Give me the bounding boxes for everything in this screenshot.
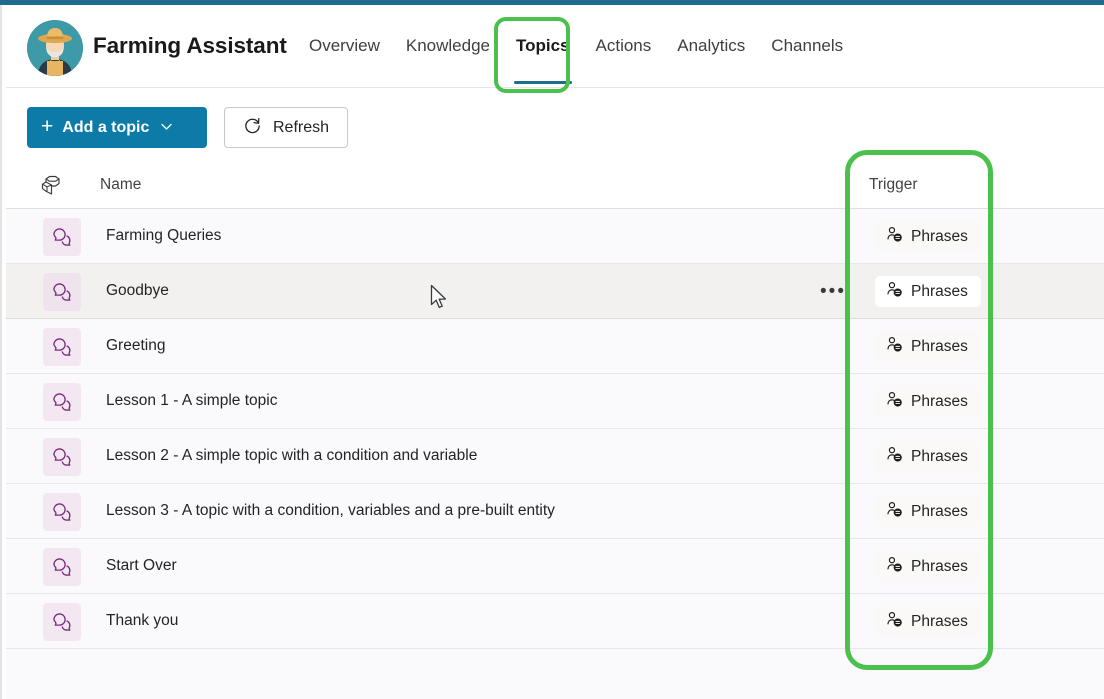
phrases-icon bbox=[886, 226, 903, 248]
trigger-phrases-pill[interactable]: Phrases bbox=[875, 441, 981, 472]
trigger-label: Phrases bbox=[911, 558, 968, 576]
topic-name: Lesson 1 - A simple topic bbox=[106, 392, 277, 410]
topics-table: Name Trigger Farming Queries Phrases Goo… bbox=[6, 162, 1104, 699]
refresh-button[interactable]: Refresh bbox=[224, 107, 348, 148]
nav-tab-knowledge[interactable]: Knowledge bbox=[393, 34, 503, 58]
command-bar: + Add a topic Refresh bbox=[6, 89, 1104, 159]
trigger-phrases-pill[interactable]: Phrases bbox=[875, 551, 981, 582]
add-topic-button[interactable]: + Add a topic bbox=[27, 107, 207, 148]
topic-name: Lesson 2 - A simple topic with a conditi… bbox=[106, 447, 477, 465]
nav-tab-channels[interactable]: Channels bbox=[758, 34, 856, 58]
add-topic-label: Add a topic bbox=[62, 119, 149, 137]
refresh-label: Refresh bbox=[273, 119, 329, 137]
table-row[interactable]: Start Over Phrases bbox=[6, 539, 1104, 594]
trigger-label: Phrases bbox=[911, 338, 968, 356]
table-header-row: Name Trigger bbox=[6, 162, 1104, 209]
topic-name: Greeting bbox=[106, 337, 165, 355]
column-header-name[interactable]: Name bbox=[100, 176, 141, 194]
trigger-phrases-pill[interactable]: Phrases bbox=[875, 331, 981, 362]
trigger-phrases-pill[interactable]: Phrases bbox=[875, 386, 981, 417]
table-row[interactable]: Thank you Phrases bbox=[6, 594, 1104, 649]
topic-chat-icon bbox=[43, 548, 81, 586]
app-header: Farming Assistant Overview Knowledge Top… bbox=[6, 5, 1104, 88]
phrases-icon bbox=[886, 391, 903, 413]
column-header-trigger[interactable]: Trigger bbox=[869, 176, 918, 194]
plus-icon: + bbox=[41, 116, 53, 137]
phrases-icon bbox=[886, 336, 903, 358]
page-title: Farming Assistant bbox=[93, 33, 287, 59]
nav-tab-actions[interactable]: Actions bbox=[583, 34, 665, 58]
nav-tab-overview[interactable]: Overview bbox=[303, 34, 393, 58]
trigger-phrases-pill[interactable]: Phrases bbox=[875, 276, 981, 307]
trigger-label: Phrases bbox=[911, 283, 968, 301]
refresh-icon bbox=[243, 116, 262, 140]
nav-tab-topics[interactable]: Topics bbox=[503, 34, 583, 58]
table-row[interactable]: Lesson 2 - A simple topic with a conditi… bbox=[6, 429, 1104, 484]
table-row[interactable]: Greeting Phrases bbox=[6, 319, 1104, 374]
main-nav: Overview Knowledge Topics Actions Analyt… bbox=[303, 34, 856, 58]
trigger-label: Phrases bbox=[911, 228, 968, 246]
nav-tab-analytics[interactable]: Analytics bbox=[664, 34, 758, 58]
phrases-icon bbox=[886, 501, 903, 523]
topic-name: Thank you bbox=[106, 612, 178, 630]
topic-chat-icon bbox=[43, 328, 81, 366]
topic-name: Lesson 3 - A topic with a condition, var… bbox=[106, 502, 555, 520]
app-window: Farming Assistant Overview Knowledge Top… bbox=[0, 0, 1104, 699]
phrases-icon bbox=[886, 556, 903, 578]
topic-chat-icon bbox=[43, 438, 81, 476]
topic-name: Start Over bbox=[106, 557, 177, 575]
topic-chat-icon bbox=[43, 603, 81, 641]
topic-name: Farming Queries bbox=[106, 227, 221, 245]
table-row[interactable]: Lesson 1 - A simple topic Phrases bbox=[6, 374, 1104, 429]
table-row[interactable]: Lesson 3 - A topic with a condition, var… bbox=[6, 484, 1104, 539]
trigger-label: Phrases bbox=[911, 613, 968, 631]
table-row[interactable]: Farming Queries Phrases bbox=[6, 209, 1104, 264]
topic-chat-icon bbox=[43, 218, 81, 256]
trigger-phrases-pill[interactable]: Phrases bbox=[875, 221, 981, 252]
phrases-icon bbox=[886, 611, 903, 633]
topic-chat-icon bbox=[43, 273, 81, 311]
trigger-label: Phrases bbox=[911, 448, 968, 466]
cube-icon bbox=[41, 174, 67, 198]
topic-name: Goodbye bbox=[106, 282, 169, 300]
phrases-icon bbox=[886, 281, 903, 303]
trigger-label: Phrases bbox=[911, 503, 968, 521]
row-more-options-button[interactable]: ••• bbox=[820, 278, 846, 304]
trigger-phrases-pill[interactable]: Phrases bbox=[875, 496, 981, 527]
table-row[interactable]: Goodbye ••• Phrases bbox=[6, 264, 1104, 319]
phrases-icon bbox=[886, 446, 903, 468]
trigger-phrases-pill[interactable]: Phrases bbox=[875, 606, 981, 637]
farmer-avatar-icon bbox=[27, 20, 83, 76]
topic-chat-icon bbox=[43, 493, 81, 531]
avatar bbox=[27, 20, 83, 76]
chevron-down-icon bbox=[161, 122, 172, 134]
trigger-label: Phrases bbox=[911, 393, 968, 411]
topic-chat-icon bbox=[43, 383, 81, 421]
